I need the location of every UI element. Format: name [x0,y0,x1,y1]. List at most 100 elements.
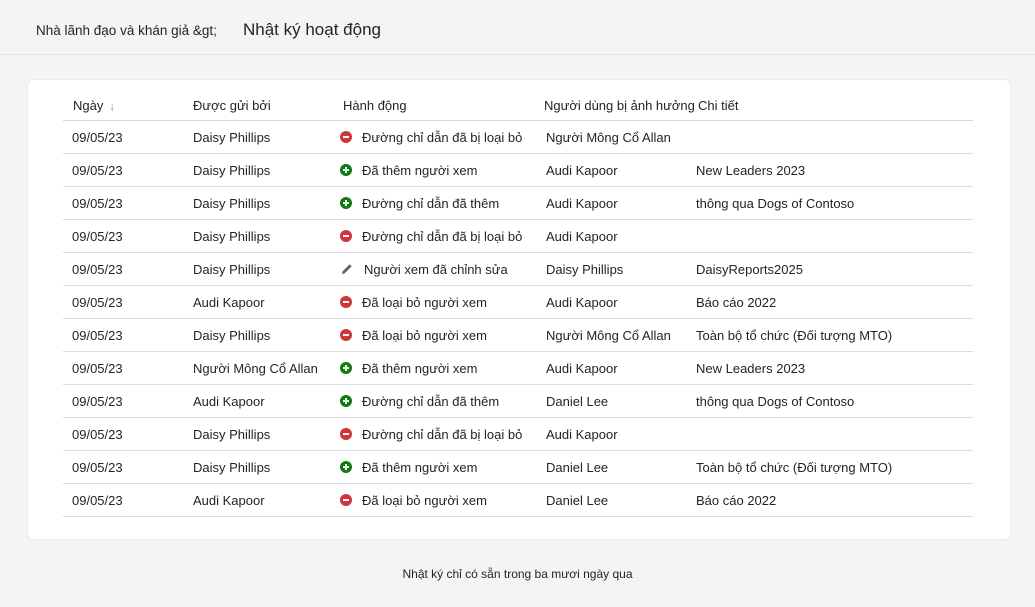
table-row[interactable]: 09/05/23 Audi Kapoor Đường chỉ dẫn đã thêm… [63,385,973,418]
column-header-action[interactable]: Hành động [343,98,407,113]
row-affected-user: Audi Kapoor [546,427,618,442]
column-header-details[interactable]: Chi tiết [698,98,738,113]
row-date: 09/05/23 [72,328,123,343]
table-row[interactable]: 09/05/23 Audi Kapoor Đã loại bỏ người xem A… [63,286,973,319]
row-sent-by: Daisy Phillips [193,229,271,244]
sort-down-arrow-icon: ↓ [109,101,115,113]
row-details: Báo cáo 2022 [696,493,777,508]
page-title: Nhật ký hoạt động [243,20,381,39]
table-body: 09/05/23 Daisy Phillips Đường chỉ dẫn đã b… [63,121,973,517]
row-date: 09/05/23 [72,163,123,178]
row-details: thông qua Dogs of Contoso [696,394,855,409]
table-row[interactable]: 09/05/23 Daisy Phillips Đường chỉ dẫn đã t… [63,187,973,220]
row-affected-user: Audi Kapoor [546,163,618,178]
row-action: Đã loại bỏ người xem [340,295,487,310]
row-details: DaisyReports2025 [696,262,803,277]
row-action: Đã thêm người xem [340,163,478,178]
row-affected-user: Daniel Lee [546,493,609,508]
row-sent-by: Daisy Phillips [193,262,271,277]
row-sent-by: Daisy Phillips [193,460,271,475]
row-sent-by: Daisy Phillips [193,196,271,211]
add-icon [340,395,352,407]
row-action-label: Đã thêm người xem [362,460,478,475]
row-date: 09/05/23 [72,229,123,244]
row-action-label: Đường chỉ dẫn đã thêm [362,394,500,409]
row-action: Đã loại bỏ người xem [340,493,487,508]
row-sent-by: Daisy Phillips [193,163,271,178]
page-header: Nhà lãnh đạo và khán giả &gt; Nhật ký ho… [0,0,1035,55]
row-action-label: Đã loại bỏ người xem [362,493,487,508]
row-action-label: Đã loại bỏ người xem [362,295,487,310]
row-action-label: Đường chỉ dẫn đã thêm [362,196,500,211]
row-sent-by: Daisy Phillips [193,427,271,442]
row-action-label: Đã thêm người xem [362,361,478,376]
table-row[interactable]: 09/05/23 Daisy Phillips Đường chỉ dẫn đã b… [63,418,973,451]
activity-log-table: Ngày ↓ Được gửi bởi Hành động Người dùng … [63,90,973,517]
row-sent-by: Audi Kapoor [193,394,265,409]
row-date: 09/05/23 [72,460,123,475]
breadcrumb[interactable]: Nhà lãnh đạo và khán giả &gt; [36,23,217,38]
add-icon [340,164,352,176]
remove-icon [340,296,352,308]
retention-note: Nhật ký chỉ có sẵn trong ba mươi ngày qu… [402,567,633,581]
row-date: 09/05/23 [72,361,123,376]
row-date: 09/05/23 [72,427,123,442]
row-details: New Leaders 2023 [696,361,806,376]
table-row[interactable]: 09/05/23 Daisy Phillips Đường chỉ dẫn đã b… [63,220,973,253]
row-details: New Leaders 2023 [696,163,806,178]
row-date: 09/05/23 [72,394,123,409]
remove-icon [340,494,352,506]
row-action: Người xem đã chỉnh sửa [340,262,508,277]
row-details: Báo cáo 2022 [696,295,777,310]
row-date: 09/05/23 [72,262,123,277]
row-affected-user: Daniel Lee [546,394,609,409]
table-row[interactable]: 09/05/23 Người Mông Cổ Allan Đã thêm người… [63,352,973,385]
row-date: 09/05/23 [72,196,123,211]
row-affected-user: Audi Kapoor [546,196,618,211]
row-action: Đường chỉ dẫn đã bị loại bỏ [340,229,522,244]
row-action: Đường chỉ dẫn đã bị loại bỏ [340,427,522,442]
table-row[interactable]: 09/05/23 Daisy Phillips Người xem đã chỉnh… [63,253,973,286]
column-header-sent-by[interactable]: Được gửi bởi [193,98,271,113]
table-header: Ngày ↓ Được gửi bởi Hành động Người dùng … [63,90,973,121]
row-action: Đường chỉ dẫn đã thêm [340,196,499,211]
row-details: Toàn bộ tổ chức (Đối tượng MTO) [696,328,893,343]
row-sent-by: Daisy Phillips [193,130,271,145]
row-action-label: Người xem đã chỉnh sửa [364,262,508,277]
row-sent-by: Audi Kapoor [193,295,265,310]
row-affected-user: Audi Kapoor [546,361,618,376]
row-action: Đã thêm người xem [340,460,478,475]
row-affected-user: Audi Kapoor [546,295,618,310]
table-row[interactable]: 09/05/23 Daisy Phillips Đã loại bỏ người x… [63,319,973,352]
row-affected-user: Người Mông Cổ Allan [546,130,671,145]
row-sent-by: Người Mông Cổ Allan [193,361,318,376]
row-action-label: Đã loại bỏ người xem [362,328,487,343]
add-icon [340,461,352,473]
row-affected-user: Daisy Phillips [546,262,624,277]
row-date: 09/05/23 [72,295,123,310]
remove-icon [340,230,352,242]
add-icon [340,197,352,209]
column-header-affected-user[interactable]: Người dùng bị ảnh hưởng [544,98,695,113]
table-row[interactable]: 09/05/23 Daisy Phillips Đường chỉ dẫn đã b… [63,121,973,154]
add-icon [340,362,352,374]
table-row[interactable]: 09/05/23 Daisy Phillips Đã thêm người xem A… [63,154,973,187]
column-header-date-label: Ngày [73,98,104,113]
table-row[interactable]: 09/05/23 Daisy Phillips Đã thêm người xem D… [63,451,973,484]
row-affected-user: Daniel Lee [546,460,609,475]
row-affected-user: Audi Kapoor [546,229,618,244]
row-details: thông qua Dogs of Contoso [696,196,855,211]
row-date: 09/05/23 [72,493,123,508]
table-row[interactable]: 09/05/23 Audi Kapoor Đã loại bỏ người xem D… [63,484,973,517]
row-action-label: Đường chỉ dẫn đã bị loại bỏ [362,427,523,442]
remove-icon [340,428,352,440]
row-date: 09/05/23 [72,130,123,145]
row-action: Đã loại bỏ người xem [340,328,487,343]
row-action-label: Đường chỉ dẫn đã bị loại bỏ [362,229,523,244]
row-action: Đã thêm người xem [340,361,478,376]
column-header-date[interactable]: Ngày ↓ [73,98,115,113]
activity-log-card: Ngày ↓ Được gửi bởi Hành động Người dùng … [27,79,1011,540]
row-action: Đường chỉ dẫn đã bị loại bỏ [340,130,522,145]
remove-icon [340,329,352,341]
row-affected-user: Người Mông Cổ Allan [546,328,671,343]
